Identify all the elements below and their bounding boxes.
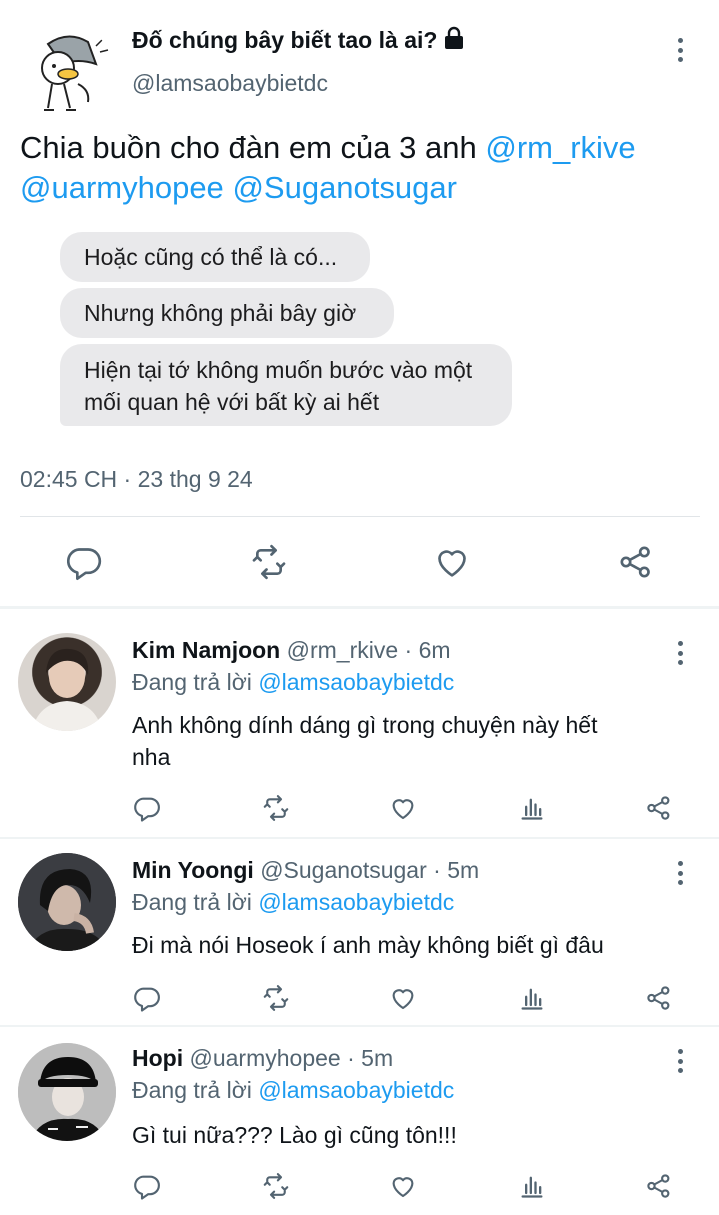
replying-to: Đang trả lời @lamsaobaybietdc — [132, 889, 455, 915]
mention-link[interactable]: @uarmyhopee — [20, 170, 224, 205]
reply-header: Hopi @uarmyhopee · 5m — [132, 1045, 393, 1072]
reply-author-name[interactable]: Hopi — [132, 1045, 183, 1071]
more-options-icon[interactable] — [670, 36, 690, 64]
reply-time: · 5m — [433, 857, 480, 883]
avatar[interactable] — [18, 1043, 116, 1141]
chat-bubble: Nhưng không phải bây giờ — [60, 288, 394, 338]
replying-to-link[interactable]: @lamsaobaybietdc — [258, 889, 454, 915]
tweet-timestamp[interactable]: 02:45 CH · 23 thg 9 24 — [20, 466, 253, 493]
author-handle[interactable]: @lamsaobaybietdc — [132, 70, 328, 97]
retweet-icon[interactable] — [260, 1171, 292, 1201]
chat-bubble: Hiện tại tớ không muốn bước vào một mối … — [60, 344, 512, 426]
reply-text: Gì tui nữa??? Lào gì cũng tôn!!! — [132, 1122, 457, 1148]
share-icon[interactable] — [616, 542, 656, 582]
reply-icon[interactable] — [132, 983, 162, 1013]
author-name: Đố chúng bây biết tao là ai? — [132, 27, 438, 53]
reply-icon[interactable] — [132, 1171, 162, 1201]
analytics-icon[interactable] — [518, 793, 546, 823]
reply-icon[interactable] — [64, 542, 104, 582]
share-icon[interactable] — [644, 983, 674, 1013]
reply-time: · 6m — [404, 637, 451, 663]
reply-item[interactable]: Kim Namjoon @rm_rkive · 6m Đang trả lời … — [0, 609, 719, 837]
like-icon[interactable] — [388, 983, 418, 1013]
like-icon[interactable] — [388, 793, 418, 823]
tweet-image[interactable]: Hoặc cũng có thể là có... Nhưng không ph… — [40, 224, 540, 430]
reply-author-name[interactable]: Kim Namjoon — [132, 637, 280, 663]
share-icon[interactable] — [644, 793, 674, 823]
like-icon[interactable] — [388, 1171, 418, 1201]
lock-icon — [443, 26, 465, 55]
more-options-icon[interactable] — [670, 1047, 690, 1075]
reply-item[interactable]: Hopi @uarmyhopee · 5m Đang trả lời @lams… — [0, 1027, 719, 1215]
tweet-text: Chia buồn cho đàn em của 3 anh @rm_rkive… — [20, 128, 700, 208]
reply-author-handle[interactable]: @uarmyhopee — [190, 1045, 341, 1071]
reply-text: Anh không dính dáng gì trong chuyện này … — [132, 712, 598, 770]
reply-author-handle[interactable]: @Suganotsugar — [260, 857, 427, 883]
analytics-icon[interactable] — [518, 1171, 546, 1201]
reply-time: · 5m — [347, 1045, 394, 1071]
replying-to: Đang trả lời @lamsaobaybietdc — [132, 1077, 455, 1103]
mention-link[interactable]: @rm_rkive — [485, 130, 635, 165]
reply-header: Kim Namjoon @rm_rkive · 6m — [132, 637, 451, 664]
reply-item[interactable]: Min Yoongi @Suganotsugar · 5m Đang trả l… — [0, 839, 719, 1025]
like-icon[interactable] — [432, 542, 472, 582]
replying-to-link[interactable]: @lamsaobaybietdc — [258, 1077, 454, 1103]
chat-bubble: Hoặc cũng có thể là có... — [60, 232, 370, 282]
more-options-icon[interactable] — [670, 639, 690, 667]
more-options-icon[interactable] — [670, 859, 690, 887]
replying-to-link[interactable]: @lamsaobaybietdc — [258, 669, 454, 695]
reply-header: Min Yoongi @Suganotsugar · 5m — [132, 857, 479, 884]
mention-link[interactable]: @Suganotsugar — [232, 170, 457, 205]
replying-to: Đang trả lời @lamsaobaybietdc — [132, 669, 455, 695]
tweet-text-body: Chia buồn cho đàn em của 3 anh — [20, 130, 486, 165]
retweet-icon[interactable] — [260, 983, 292, 1013]
reply-author-name[interactable]: Min Yoongi — [132, 857, 254, 883]
avatar[interactable] — [18, 633, 116, 731]
reply-author-handle[interactable]: @rm_rkive — [287, 637, 399, 663]
share-icon[interactable] — [644, 1171, 674, 1201]
divider — [20, 516, 700, 517]
duck-sketch-icon — [41, 35, 109, 111]
author-name-row[interactable]: Đố chúng bây biết tao là ai? — [132, 26, 465, 55]
author-avatar[interactable] — [18, 24, 114, 120]
retweet-icon[interactable] — [260, 793, 292, 823]
avatar[interactable] — [18, 853, 116, 951]
analytics-icon[interactable] — [518, 983, 546, 1013]
reply-text: Đi mà nói Hoseok í anh mày không biết gì… — [132, 932, 604, 958]
reply-icon[interactable] — [132, 793, 162, 823]
retweet-icon[interactable] — [248, 542, 290, 582]
